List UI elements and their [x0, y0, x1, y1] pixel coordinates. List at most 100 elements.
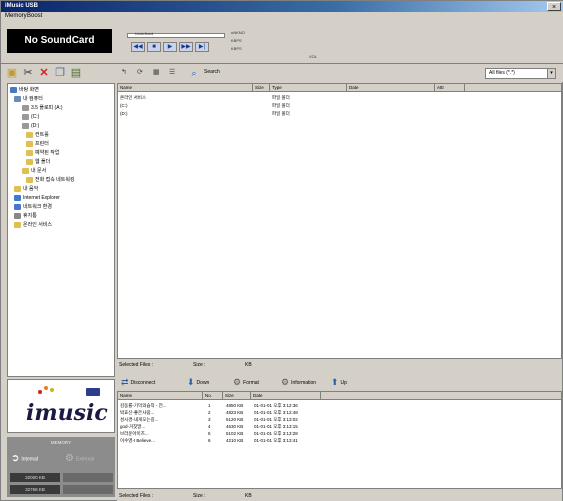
- col-dev-size[interactable]: Size: [223, 392, 251, 400]
- tree-item-label: 예약된 작업: [35, 150, 60, 156]
- tree-item[interactable]: 네트워크 환경: [14, 203, 52, 211]
- device-file-row[interactable]: 브라운아이즈... 5 5102 KB 01-01-01 오후 3:13:28: [118, 430, 561, 437]
- device-file-row[interactable]: 김동률-기억의습작 - 전... 1 4850 KB 01-01-01 오후 3:12…: [118, 402, 561, 409]
- device-file-row[interactable]: 박효신-좋은사람... 2 4823 KB 01-01-01 오후 3:12:48: [118, 409, 561, 416]
- new-folder-icon[interactable]: ▣: [5, 66, 19, 80]
- up-button[interactable]: ⬆ Up: [331, 377, 347, 389]
- device-file-date: 01-01-01 오후 3:12:48: [254, 410, 298, 415]
- device-file-size: 5102 KB: [226, 431, 244, 436]
- file-name: 온라인 서비스: [120, 95, 147, 100]
- refresh-icon[interactable]: ⟳: [137, 68, 143, 76]
- device-file-row[interactable]: 이수영-I Believe... 6 4210 KB 01-01-01 오후 3:13…: [118, 437, 561, 444]
- file-row[interactable]: (D:) 파일 폴더: [118, 110, 561, 117]
- col-dev-name[interactable]: Name: [118, 392, 203, 400]
- tree-item[interactable]: 내 컴퓨터: [14, 95, 43, 103]
- memory-used: 32000 KB: [10, 473, 60, 482]
- format-button[interactable]: ⚙ Format: [233, 377, 259, 389]
- folder-icon: [14, 95, 21, 102]
- cut-icon[interactable]: ✂: [21, 66, 35, 80]
- file-filter-select[interactable]: All files (*.*) ▾: [485, 68, 556, 79]
- folder-tree[interactable]: 바탕 화면 내 컴퓨터 3.5 플로피 (A:) (C:) (D:) 컨트롤 프린터예약된 …: [7, 83, 115, 377]
- device-file-row[interactable]: 성시경-내게오는길... 3 5120 KB 01-01-01 오후 3:13:02: [118, 416, 561, 423]
- chevron-down-icon[interactable]: ▾: [547, 69, 555, 78]
- device-file-size: 4823 KB: [226, 410, 244, 415]
- file-list[interactable]: Name Size Type Date Attr 온라인 서비스 파일 폴더 (C:…: [117, 83, 562, 359]
- tree-item[interactable]: 온라인 서비스: [14, 221, 52, 229]
- rewind-button[interactable]: ◀◀: [131, 42, 145, 52]
- tree-item-label: 웹 폴더: [35, 159, 51, 165]
- delete-icon[interactable]: ✕: [37, 66, 51, 80]
- stop-button[interactable]: ■: [147, 42, 161, 52]
- tree-item[interactable]: 내 문서: [22, 167, 46, 175]
- tree-item[interactable]: 바탕 화면: [10, 86, 39, 94]
- next-button[interactable]: ▶|: [195, 42, 209, 52]
- selected-files-label: Selected Files :: [119, 493, 154, 499]
- memory-total-blank: [63, 485, 113, 494]
- tree-item[interactable]: 휴지통: [14, 212, 37, 220]
- external-memory-icon: ⚙: [65, 453, 74, 464]
- tree-item[interactable]: 프린터: [26, 140, 49, 148]
- grid-view-icon[interactable]: ▦: [153, 68, 160, 76]
- play-button[interactable]: ▶: [163, 42, 177, 52]
- list-view-icon[interactable]: ☰: [169, 68, 175, 76]
- folder-icon: [14, 185, 21, 192]
- menu-boost[interactable]: Boost: [27, 13, 42, 19]
- device-file-no: 6: [208, 438, 211, 443]
- tree-item[interactable]: 예약된 작업: [26, 149, 59, 157]
- file-toolbar: ▣ ✂ ✕ ❐ ▤ ↰ ⟳ ▦ ☰ ⌕ Search All files (*.…: [1, 64, 563, 82]
- file-row[interactable]: 온라인 서비스 파일 폴더: [118, 94, 561, 101]
- col-attr[interactable]: Attr: [435, 84, 465, 92]
- tree-item-label: (D:): [31, 123, 40, 129]
- device-file-no: 1: [208, 403, 211, 408]
- folder-icon: [26, 158, 33, 165]
- col-name[interactable]: Name: [118, 84, 253, 92]
- device-file-list[interactable]: Name No. Size Date 김동률-기억의습작 - 전... 1 4850…: [117, 391, 562, 489]
- size-label: Size :: [193, 362, 206, 368]
- device-file-size: 4210 KB: [226, 438, 244, 443]
- information-button[interactable]: ⚙ Information: [281, 377, 316, 389]
- forward-button[interactable]: ▶▶: [179, 42, 193, 52]
- file-row[interactable]: (C:) 파일 폴더: [118, 102, 561, 109]
- disconnect-button[interactable]: ⇄ Disconnect: [121, 377, 155, 389]
- tree-item[interactable]: (D:): [22, 122, 39, 130]
- down-button[interactable]: ⬇ Down: [187, 377, 209, 389]
- device-file-row[interactable]: god-거짓말... 4 4630 KB 01-01-01 오후 3:13:15: [118, 423, 561, 430]
- tree-item[interactable]: 3.5 플로피 (A:): [22, 104, 63, 112]
- info-line-2: KBPS: [231, 38, 242, 43]
- information-icon: ⚙: [281, 377, 290, 387]
- tree-item[interactable]: (C:): [22, 113, 39, 121]
- menu-bar: Memory Boost: [1, 12, 563, 22]
- player-bar: No SoundCard Undefined ◀◀ ■ ▶ ▶▶ ▶| uNKN…: [1, 22, 563, 64]
- search-icon[interactable]: ⌕: [187, 66, 201, 80]
- memory-used-blank: [63, 473, 113, 482]
- external-memory-button[interactable]: ⚙ External: [65, 451, 94, 467]
- paste-icon[interactable]: ▤: [69, 66, 83, 80]
- col-size[interactable]: Size: [253, 84, 270, 92]
- app-window: iMusic USB × Memory Boost No SoundCard U…: [0, 0, 563, 501]
- memory-total: 32768 KB: [10, 485, 60, 494]
- up-folder-icon[interactable]: ↰: [121, 68, 127, 76]
- close-button[interactable]: ×: [547, 2, 561, 11]
- copy-icon[interactable]: ❐: [53, 66, 67, 80]
- device-file-date: 01-01-01 오후 3:13:28: [254, 431, 298, 436]
- col-date[interactable]: Date: [347, 84, 435, 92]
- tree-item-label: 3.5 플로피 (A:): [31, 105, 63, 111]
- tree-item[interactable]: 전화 접속 네트워킹: [26, 176, 75, 184]
- folder-icon: [14, 221, 21, 228]
- tree-item[interactable]: Internet Explorer: [14, 194, 60, 202]
- col-dev-date[interactable]: Date: [251, 392, 321, 400]
- folder-icon: [26, 149, 33, 156]
- search-label[interactable]: Search: [204, 69, 220, 75]
- device-file-name: god-거짓말...: [120, 424, 146, 429]
- col-type[interactable]: Type: [270, 84, 347, 92]
- menu-memory[interactable]: Memory: [5, 13, 27, 19]
- internal-memory-button[interactable]: ➲ Internal: [11, 451, 38, 467]
- file-name: (D:): [120, 111, 128, 116]
- tree-item[interactable]: 컨트롤: [26, 131, 49, 139]
- tree-item[interactable]: 내 음악: [14, 185, 38, 193]
- device-file-size: 5120 KB: [226, 417, 244, 422]
- file-type: 파일 폴더: [272, 111, 290, 116]
- col-dev-no[interactable]: No.: [203, 392, 223, 400]
- file-type: 파일 폴더: [272, 103, 290, 108]
- tree-item[interactable]: 웹 폴더: [26, 158, 50, 166]
